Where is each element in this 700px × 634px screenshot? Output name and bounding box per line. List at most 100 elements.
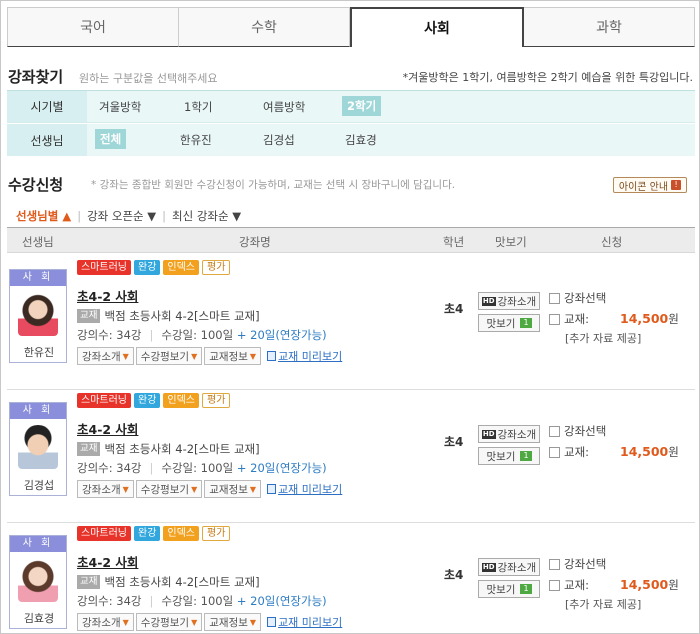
header-apply: 신청 [601, 235, 623, 249]
complete-badge: 완강 [134, 526, 161, 541]
course-info: 강의수: 34강 | 수강일: 100일 + 20일(연장가능) [77, 327, 327, 343]
icon-guide-button[interactable]: 아이콘 안내 ! [613, 177, 687, 193]
course-info: 강의수: 34강 | 수강일: 100일 + 20일(연장가능) [77, 593, 327, 609]
taste-count: 1 [520, 451, 532, 461]
exclamation-icon: ! [671, 180, 682, 190]
taste-count: 1 [520, 584, 532, 594]
subject-label: 사 회 [10, 270, 66, 286]
hd-intro-button[interactable]: HD 강좌소개 [478, 558, 540, 576]
course-book: 교재 백점 초등사회 4-2[스마트 교재] [77, 441, 260, 457]
taste-button[interactable]: 맛보기 1 [478, 447, 540, 465]
tab-math[interactable]: 수학 [179, 7, 350, 47]
caret-down-icon: ▼ [249, 351, 257, 361]
select-book-checkbox[interactable]: 교재: [549, 311, 589, 327]
index-badge: 인덱스 [163, 260, 200, 275]
review-dropdown[interactable]: 수강평보기 ▼ [135, 613, 203, 631]
hd-intro-button[interactable]: HD 강좌소개 [478, 292, 540, 310]
book-price: 14,500원 [620, 577, 679, 593]
book-info-dropdown[interactable]: 교재정보 ▼ [204, 347, 262, 365]
period-option-winter[interactable]: 겨울방학 [99, 99, 141, 115]
filter-teacher-label: 선생님 [7, 124, 87, 156]
period-option-sem1[interactable]: 1학기 [184, 99, 212, 115]
caret-down-icon: ▼ [191, 617, 198, 627]
book-tag: 교재 [77, 575, 101, 589]
triangle-down-icon: ▼ [147, 209, 157, 223]
index-badge: 인덱스 [163, 526, 200, 541]
select-book-checkbox[interactable]: 교재: [549, 577, 589, 593]
course-intro-dropdown[interactable]: 강좌소개 ▼ [77, 347, 134, 365]
teacher-option-han[interactable]: 한유진 [180, 132, 212, 148]
book-preview-link[interactable]: 교재 미리보기 [267, 614, 342, 630]
taste-button[interactable]: 맛보기 1 [478, 314, 540, 332]
period-option-summer[interactable]: 여름방학 [263, 99, 305, 115]
select-course-checkbox[interactable]: 강좌선택 [549, 290, 606, 306]
enroll-title: 수강신청 [8, 176, 64, 194]
course-info: 강의수: 34강 | 수강일: 100일 + 20일(연장가능) [77, 460, 327, 476]
book-info-dropdown[interactable]: 교재정보 ▼ [204, 613, 262, 631]
course-actions: 강좌소개 ▼ 수강평보기 ▼ 교재정보 ▼ 교재 미리보기 [77, 613, 342, 631]
review-dropdown[interactable]: 수강평보기 ▼ [135, 480, 203, 498]
extension-text: + 20일(연장가능) [236, 594, 327, 608]
teacher-card[interactable]: 사 회 김효경 [9, 535, 67, 629]
select-book-checkbox[interactable]: 교재: [549, 444, 589, 460]
hd-intro-label: 강좌소개 [497, 428, 537, 441]
sort-by-latest[interactable]: 최신 강좌순 ▼ [172, 208, 241, 224]
header-grade: 학년 [443, 235, 465, 249]
course-intro-dropdown[interactable]: 강좌소개 ▼ [77, 613, 134, 631]
extension-text: + 20일(연장가능) [236, 328, 327, 342]
table-header: 선생님 강좌명 학년 맛보기 신청 [7, 227, 695, 253]
book-preview-link[interactable]: 교재 미리보기 [267, 348, 342, 364]
sort-by-teacher[interactable]: 선생님별 ▲ [16, 208, 71, 224]
taste-label: 맛보기 [486, 450, 516, 463]
caret-down-icon: ▼ [122, 617, 129, 627]
course-intro-label: 강좌소개 [82, 350, 121, 363]
period-label: 수강일: [161, 461, 197, 475]
taste-button[interactable]: 맛보기 1 [478, 580, 540, 598]
caret-down-icon: ▼ [122, 351, 129, 361]
course-badges: 스마트러닝 완강 인덱스 평가 [77, 393, 231, 408]
period-option-sem2[interactable]: 2학기 [342, 96, 382, 116]
teacher-option-kimks[interactable]: 김경섭 [263, 132, 295, 148]
course-title-link[interactable]: 초4-2 사회 [77, 286, 138, 305]
book-preview-link[interactable]: 교재 미리보기 [267, 481, 342, 497]
select-course-checkbox[interactable]: 강좌선택 [549, 556, 606, 572]
teacher-option-all[interactable]: 전체 [95, 129, 127, 149]
select-course-checkbox[interactable]: 강좌선택 [549, 423, 606, 439]
course-title-link[interactable]: 초4-2 사회 [77, 552, 138, 571]
book-info-label: 교재정보 [209, 616, 248, 629]
filter-teacher-row: 선생님 전체 한유진 김경섭 김효경 [7, 124, 695, 156]
book-info-label: 교재정보 [209, 483, 248, 496]
smart-learning-badge: 스마트러닝 [77, 526, 131, 541]
book-title: 백점 초등사회 4-2[스마트 교재] [104, 309, 260, 323]
sort-separator: | [77, 209, 82, 223]
evaluation-badge: 평가 [202, 526, 231, 541]
course-intro-dropdown[interactable]: 강좌소개 ▼ [77, 480, 134, 498]
teacher-card[interactable]: 사 회 한유진 [9, 269, 67, 363]
icon-guide-label: 아이콘 안내 [618, 181, 669, 193]
sort-by-open[interactable]: 강좌 오픈순 ▼ [87, 208, 156, 224]
book-info-dropdown[interactable]: 교재정보 ▼ [204, 480, 262, 498]
lectures-count: 34강 [116, 461, 142, 475]
period-days: 100일 [200, 594, 234, 608]
hd-intro-label: 강좌소개 [497, 295, 537, 308]
course-title-link[interactable]: 초4-2 사회 [77, 419, 138, 438]
book-preview-label: 교재 미리보기 [278, 483, 343, 496]
currency-unit: 원 [668, 312, 679, 326]
course-intro-label: 강좌소개 [82, 616, 121, 629]
caret-down-icon: ▼ [122, 484, 129, 494]
teacher-card[interactable]: 사 회 김경섭 [9, 402, 67, 496]
course-row: 사 회 김효경 스마트러닝 완강 인덱스 평가 초4-2 사회 교재 백점 초등… [7, 523, 695, 633]
review-dropdown[interactable]: 수강평보기 ▼ [135, 347, 203, 365]
book-icon [267, 484, 277, 494]
course-row: 사 회 한유진 스마트러닝 완강 인덱스 평가 초4-2 사회 교재 백점 초등… [7, 257, 695, 390]
price-value: 14,500 [620, 311, 669, 326]
lectures-count: 34강 [116, 328, 142, 342]
review-label: 수강평보기 [140, 350, 190, 363]
subject-label: 사 회 [10, 403, 66, 419]
teacher-option-kimhk[interactable]: 김효경 [345, 132, 377, 148]
tab-korean[interactable]: 국어 [7, 7, 179, 47]
tab-science[interactable]: 과학 [524, 7, 695, 47]
tab-social[interactable]: 사회 [350, 7, 524, 47]
hd-intro-button[interactable]: HD 강좌소개 [478, 425, 540, 443]
period-days: 100일 [200, 328, 234, 342]
